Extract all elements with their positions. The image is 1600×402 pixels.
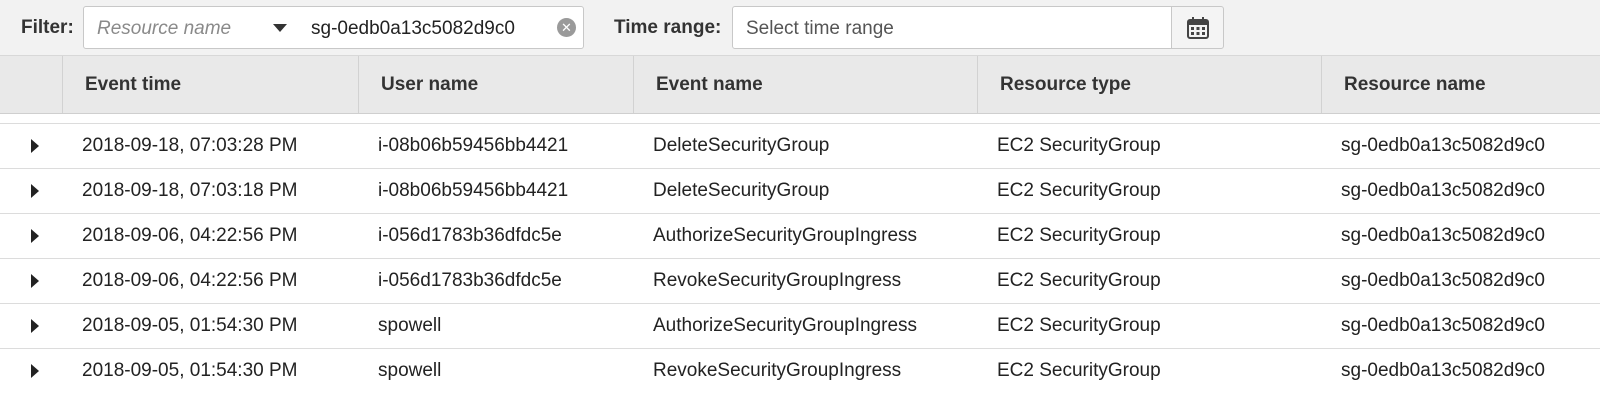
expand-row-icon[interactable] (31, 229, 39, 243)
resource-type-cell: EC2 SecurityGroup (997, 270, 1161, 291)
column-header-user-name[interactable]: User name (358, 56, 633, 113)
event-table-body: 2018-09-18, 07:03:28 PM i-08b06b59456bb4… (0, 123, 1600, 393)
expand-row-icon[interactable] (31, 184, 39, 198)
event-time-cell: 2018-09-05, 01:54:30 PM (82, 360, 298, 381)
event-name-cell: AuthorizeSecurityGroupIngress (653, 315, 918, 336)
time-range-label: Time range: (614, 17, 722, 38)
expand-row-icon[interactable] (31, 364, 39, 378)
column-header-event-time[interactable]: Event time (62, 56, 358, 113)
user-name-cell: i-08b06b59456bb4421 (378, 180, 569, 201)
resource-name-cell: sg-0edb0a13c5082d9c0 (1341, 360, 1545, 381)
column-header-event-name[interactable]: Event name (633, 56, 977, 113)
table-row[interactable]: 2018-09-18, 07:03:28 PM i-08b06b59456bb4… (0, 123, 1600, 168)
table-spacer (0, 114, 1600, 123)
calendar-button[interactable] (1171, 6, 1224, 49)
event-name-cell: AuthorizeSecurityGroupIngress (653, 225, 918, 246)
filter-attribute-placeholder: Resource name (97, 18, 232, 39)
chevron-down-icon (273, 24, 287, 32)
user-name-cell: i-056d1783b36dfdc5e (378, 225, 562, 246)
column-header-resource-type[interactable]: Resource type (977, 56, 1321, 113)
expand-row-icon[interactable] (31, 274, 39, 288)
event-time-cell: 2018-09-18, 07:03:28 PM (82, 135, 298, 156)
event-time-cell: 2018-09-06, 04:22:56 PM (82, 225, 298, 246)
user-name-cell: i-056d1783b36dfdc5e (378, 270, 562, 291)
time-range-input[interactable]: Select time range (732, 6, 1172, 49)
filter-value-text: sg-0edb0a13c5082d9c0 (311, 18, 515, 39)
event-name-cell: RevokeSecurityGroupIngress (653, 360, 902, 381)
table-row[interactable]: 2018-09-05, 01:54:30 PM spowell Authoriz… (0, 303, 1600, 348)
table-row[interactable]: 2018-09-06, 04:22:56 PM i-056d1783b36dfd… (0, 258, 1600, 303)
event-time-cell: 2018-09-05, 01:54:30 PM (82, 315, 298, 336)
resource-type-cell: EC2 SecurityGroup (997, 225, 1161, 246)
filter-value-input[interactable]: sg-0edb0a13c5082d9c0 ✕ (303, 6, 584, 49)
event-name-cell: DeleteSecurityGroup (653, 135, 830, 156)
resource-type-cell: EC2 SecurityGroup (997, 315, 1161, 336)
event-time-cell: 2018-09-18, 07:03:18 PM (82, 180, 298, 201)
table-row[interactable]: 2018-09-06, 04:22:56 PM i-056d1783b36dfd… (0, 213, 1600, 258)
clear-icon[interactable]: ✕ (557, 18, 576, 37)
resource-type-cell: EC2 SecurityGroup (997, 180, 1161, 201)
event-name-cell: RevokeSecurityGroupIngress (653, 270, 902, 291)
user-name-cell: i-08b06b59456bb4421 (378, 135, 569, 156)
resource-type-cell: EC2 SecurityGroup (997, 135, 1161, 156)
resource-name-cell: sg-0edb0a13c5082d9c0 (1341, 315, 1545, 336)
expand-column-header (0, 56, 62, 113)
calendar-icon (1187, 17, 1209, 39)
user-name-cell: spowell (378, 315, 442, 336)
resource-type-cell: EC2 SecurityGroup (997, 360, 1161, 381)
table-row[interactable]: 2018-09-18, 07:03:18 PM i-08b06b59456bb4… (0, 168, 1600, 213)
event-time-cell: 2018-09-06, 04:22:56 PM (82, 270, 298, 291)
resource-name-cell: sg-0edb0a13c5082d9c0 (1341, 180, 1545, 201)
expand-row-icon[interactable] (31, 319, 39, 333)
event-name-cell: DeleteSecurityGroup (653, 180, 830, 201)
resource-name-cell: sg-0edb0a13c5082d9c0 (1341, 135, 1545, 156)
column-header-resource-name[interactable]: Resource name (1321, 56, 1600, 113)
filter-attribute-dropdown[interactable]: Resource name (83, 6, 304, 49)
filter-bar: Filter: Resource name sg-0edb0a13c5082d9… (0, 0, 1600, 56)
filter-label: Filter: (21, 17, 74, 38)
resource-name-cell: sg-0edb0a13c5082d9c0 (1341, 225, 1545, 246)
expand-row-icon[interactable] (31, 139, 39, 153)
table-header: Event time User name Event name Resource… (0, 56, 1600, 114)
table-row[interactable]: 2018-09-05, 01:54:30 PM spowell RevokeSe… (0, 348, 1600, 393)
user-name-cell: spowell (378, 360, 442, 381)
resource-name-cell: sg-0edb0a13c5082d9c0 (1341, 270, 1545, 291)
time-range-placeholder: Select time range (746, 18, 894, 39)
